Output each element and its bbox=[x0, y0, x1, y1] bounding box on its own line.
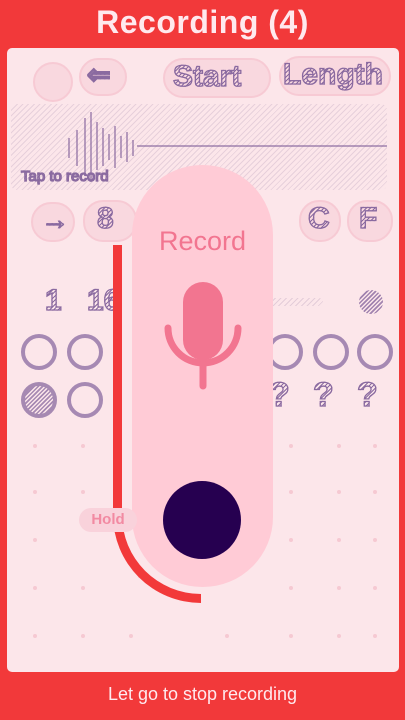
key-1[interactable]: 1 bbox=[44, 283, 62, 318]
unit-celsius-button[interactable]: C bbox=[299, 200, 341, 242]
record-label: Record bbox=[158, 226, 247, 256]
record-button[interactable] bbox=[163, 481, 241, 559]
undo-button[interactable]: ⇐ bbox=[79, 58, 127, 96]
microphone-icon bbox=[164, 282, 242, 390]
waveform-hint: Tap to record bbox=[20, 167, 109, 185]
query-mark[interactable]: ? bbox=[356, 375, 378, 415]
sort-length-label: Length bbox=[282, 57, 383, 91]
slider-track[interactable] bbox=[269, 298, 323, 306]
value-field[interactable]: 8 bbox=[83, 200, 137, 242]
unit-celsius-label: C bbox=[307, 201, 330, 235]
back-circle-button[interactable] bbox=[33, 62, 73, 102]
choice-circle[interactable] bbox=[313, 334, 349, 370]
sort-start-label: Start bbox=[172, 59, 242, 93]
choice-circle[interactable] bbox=[357, 334, 393, 370]
unit-fahrenheit-button[interactable]: F bbox=[347, 200, 393, 242]
hold-label: Hold bbox=[79, 508, 137, 532]
footer-hint: Let go to stop recording bbox=[107, 684, 298, 704]
next-button[interactable]: → bbox=[31, 202, 75, 242]
choice-circle[interactable] bbox=[67, 382, 103, 418]
sort-start-button[interactable]: Start bbox=[163, 58, 271, 98]
slider-knob[interactable] bbox=[359, 290, 383, 314]
query-mark[interactable]: ? bbox=[312, 375, 334, 415]
sort-length-button[interactable]: Length bbox=[279, 56, 391, 96]
unit-fahrenheit-label: F bbox=[358, 201, 378, 235]
back-arrow-icon: ⇐ bbox=[86, 58, 111, 90]
page-title: Recording (4) bbox=[96, 4, 309, 40]
choice-circle-selected[interactable] bbox=[21, 382, 57, 418]
choice-circle[interactable] bbox=[21, 334, 57, 370]
right-arrow-icon: → bbox=[40, 203, 69, 235]
choice-circle[interactable] bbox=[67, 334, 103, 370]
value-field-text: 8 bbox=[96, 201, 114, 235]
